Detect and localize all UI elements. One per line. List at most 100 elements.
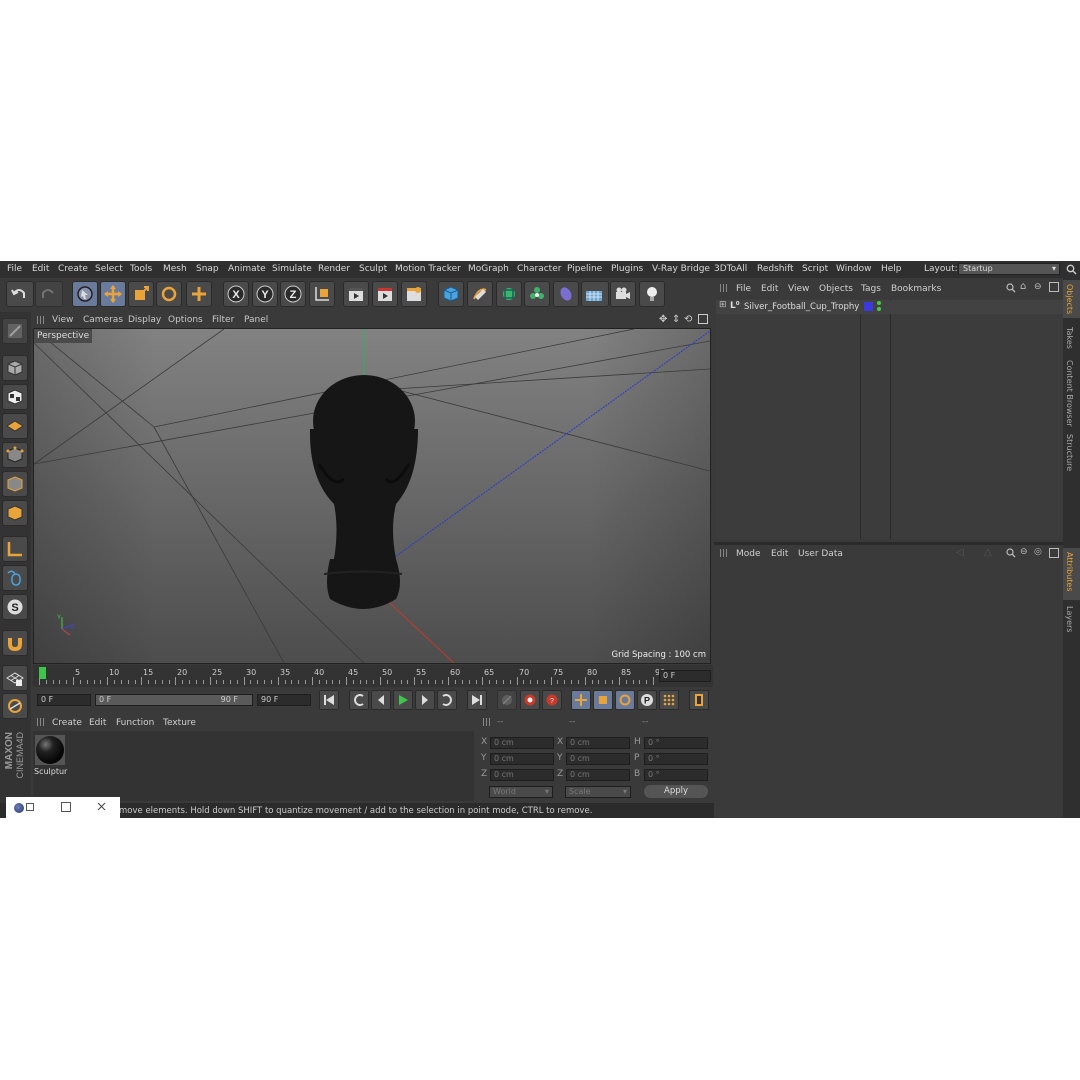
editor-visibility-dot[interactable] [877,301,881,305]
previous-frame-button[interactable] [371,690,391,710]
go-to-start-button[interactable] [319,690,339,710]
viewport-menu-panel[interactable]: Panel [244,315,268,325]
layout-dropdown[interactable]: Startup ▾ [958,263,1060,275]
menu-render[interactable]: Render [318,264,350,274]
menu-mograph[interactable]: MoGraph [468,264,509,274]
menu-edit[interactable]: Edit [32,264,49,274]
search-icon[interactable] [1006,283,1016,293]
redo-button[interactable] [35,281,63,307]
menu-motion-tracker[interactable]: Motion Tracker [395,264,461,274]
frame-range-slider[interactable]: 0 F 90 F [95,694,253,706]
tab-takes[interactable]: Takes [1065,327,1074,349]
axis-mode-button[interactable] [2,536,28,562]
add-camera-button[interactable] [610,281,636,307]
settings-icon[interactable]: ◎ [1034,547,1042,557]
material-menu-function[interactable]: Function [116,718,154,728]
tab-attributes[interactable]: Attributes [1065,552,1074,592]
record-point-level-button[interactable] [659,690,679,710]
autokeying-button[interactable] [520,690,540,710]
add-generator-button[interactable] [496,281,522,307]
objects-menu-tags[interactable]: Tags [861,284,881,294]
next-frame-button[interactable] [415,690,435,710]
record-active-objects-button[interactable] [497,690,517,710]
search-icon[interactable] [1006,548,1016,558]
material-menu-edit[interactable]: Edit [89,718,106,728]
position-x-field[interactable]: 0 cm [490,737,554,749]
workplane-lock-button[interactable] [2,693,28,719]
timeline-ruler[interactable]: 051015202530354045505560657075808590 0 F [33,665,713,687]
trophy-model[interactable] [309,375,418,609]
rotation-h-field[interactable]: 0 ° [644,737,708,749]
back-arrow-icon[interactable]: ◁ [956,547,964,558]
grid-snap-button[interactable] [2,665,28,691]
attributes-menu-edit[interactable]: Edit [771,549,788,559]
polygons-mode-button[interactable] [2,500,28,526]
start-frame-field[interactable]: 0 F [37,694,91,706]
add-mograph-button[interactable] [524,281,550,307]
search-icon[interactable] [1066,264,1077,275]
playhead-marker[interactable] [39,667,46,679]
menu-script[interactable]: Script [802,264,828,274]
timeline-window-button[interactable] [689,690,709,710]
menu-help[interactable]: Help [881,264,902,274]
model-mode-button[interactable] [2,355,28,381]
tab-layers[interactable]: Layers [1065,606,1074,632]
texture-mode-button[interactable] [2,384,28,410]
move-view-icon[interactable]: ✥ [659,314,667,325]
attributes-menu-mode[interactable]: Mode [736,549,761,559]
viewport-menu-view[interactable]: View [52,315,73,325]
add-scene-button[interactable] [581,281,609,307]
next-key-button[interactable] [437,690,457,710]
keyframe-selection-button[interactable]: ? [542,690,562,710]
record-rotation-button[interactable] [615,690,635,710]
tab-content-browser[interactable]: Content Browser [1065,360,1074,427]
menu-plugins[interactable]: Plugins [611,264,643,274]
objects-menu-file[interactable]: File [736,284,751,294]
record-scale-button[interactable] [593,690,613,710]
make-editable-button[interactable] [2,318,28,344]
menu-sculpt[interactable]: Sculpt [359,264,387,274]
objects-menu-edit[interactable]: Edit [761,284,778,294]
maximize-icon[interactable] [61,802,71,812]
go-to-end-button[interactable] [467,690,487,710]
z-axis-lock-button[interactable]: Z [280,281,306,307]
menu-vray-bridge[interactable]: V-Ray Bridge [652,264,710,274]
points-mode-button[interactable] [2,442,28,468]
material-menu-create[interactable]: Create [52,718,82,728]
zoom-view-icon[interactable]: ⇕ [672,314,680,325]
viewport-menu-cameras[interactable]: Cameras [83,315,123,325]
apply-button[interactable]: Apply [644,785,708,798]
size-y-field[interactable]: 0 cm [566,753,630,765]
menu-select[interactable]: Select [95,264,123,274]
end-frame-field[interactable]: 90 F [257,694,311,706]
position-y-field[interactable]: 0 cm [490,753,554,765]
render-visibility-dot[interactable] [877,307,881,311]
transform-tool-button[interactable] [186,281,212,307]
restore-icon[interactable] [26,803,34,811]
menu-animate[interactable]: Animate [228,264,266,274]
solo-button[interactable]: S [2,594,28,620]
menu-tools[interactable]: Tools [130,264,152,274]
attributes-menu-user-data[interactable]: User Data [798,549,843,559]
menu-create[interactable]: Create [58,264,88,274]
record-parameter-button[interactable]: P [637,690,657,710]
menu-pipeline[interactable]: Pipeline [567,264,602,274]
lock-icon[interactable]: ⊖ [1034,282,1042,292]
menu-redshift[interactable]: Redshift [757,264,794,274]
add-light-button[interactable] [639,281,665,307]
live-selection-button[interactable] [72,281,98,307]
render-view-button[interactable] [343,281,369,307]
viewport-menu-display[interactable]: Display [128,315,161,325]
position-z-field[interactable]: 0 cm [490,769,554,781]
object-name[interactable]: Silver_Football_Cup_Trophy [744,302,859,312]
rotation-p-field[interactable]: 0 ° [644,753,708,765]
tab-structure[interactable]: Structure [1065,434,1074,471]
menu-snap[interactable]: Snap [196,264,219,274]
y-axis-lock-button[interactable]: Y [252,281,278,307]
undo-button[interactable] [6,281,34,307]
rotate-view-icon[interactable]: ⟲ [684,314,692,325]
menu-simulate[interactable]: Simulate [272,264,312,274]
scale-tool-button[interactable] [128,281,154,307]
objects-menu-objects[interactable]: Objects [819,284,853,294]
tweak-mode-button[interactable] [2,565,28,591]
